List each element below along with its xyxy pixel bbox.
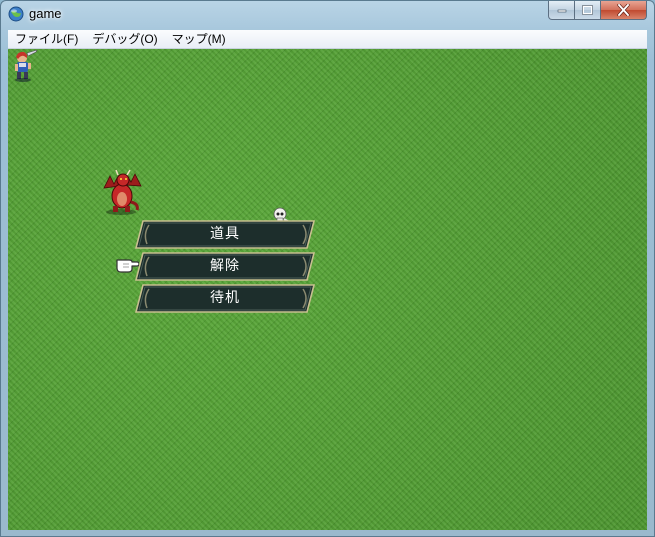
red-dragon-sprite[interactable] — [101, 168, 143, 216]
command-release[interactable]: 解除 — [135, 252, 315, 281]
game-window: game ファイル(F) デバッグ(O) マップ(M) 道具 解除 待机 — [0, 0, 655, 537]
menu-bar: ファイル(F) デバッグ(O) マップ(M) — [8, 30, 647, 49]
title-bar[interactable]: game — [1, 1, 654, 29]
game-map[interactable]: 道具 解除 待机 — [8, 49, 647, 530]
app-globe-icon — [8, 6, 24, 22]
command-label-wait: 待机 — [210, 290, 240, 306]
command-item[interactable]: 道具 — [135, 220, 315, 249]
command-label-release: 解除 — [210, 258, 240, 274]
close-icon — [617, 4, 630, 16]
maximize-button[interactable] — [575, 1, 601, 20]
close-button[interactable] — [601, 1, 647, 20]
menu-debug[interactable]: デバッグ(O) — [85, 30, 164, 48]
command-label-item: 道具 — [210, 226, 240, 242]
menu-map[interactable]: マップ(M) — [165, 30, 233, 48]
minimize-icon — [557, 9, 566, 13]
hand-pointer-icon — [116, 259, 139, 273]
maximize-icon — [582, 5, 593, 15]
caption-buttons — [548, 1, 647, 20]
command-menu: 道具 解除 待机 — [116, 220, 315, 316]
window-title: game — [29, 6, 62, 21]
menu-file[interactable]: ファイル(F) — [8, 30, 85, 48]
command-wait[interactable]: 待机 — [135, 284, 315, 313]
minimize-button[interactable] — [548, 1, 575, 20]
player-unit-sprite[interactable] — [11, 50, 39, 82]
